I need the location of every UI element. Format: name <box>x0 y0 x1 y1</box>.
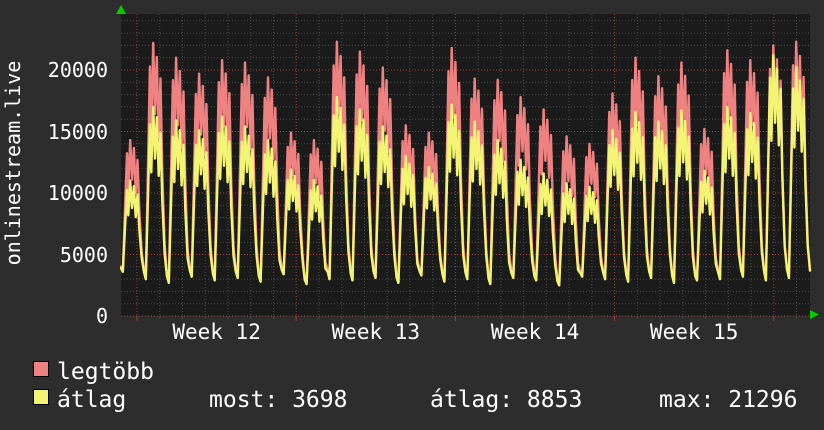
x-week-label: Week 15 <box>650 320 739 344</box>
legend-swatch-atlag <box>33 389 49 405</box>
vertical-axis-title: onlinestream.live <box>1 61 25 266</box>
y-tick-label: 5000 <box>0 243 108 267</box>
axis-arrow-up-icon <box>120 9 123 14</box>
y-tick-label: 10000 <box>0 181 108 205</box>
legend-label-atlag: átlag <box>57 387 126 413</box>
stat-most: most: 3698 <box>209 387 347 413</box>
legend-swatch-legtobb <box>33 361 49 377</box>
axis-arrow-right-icon <box>810 310 819 319</box>
y-tick-label: 0 <box>0 304 108 328</box>
y-tick-label: 20000 <box>0 58 108 82</box>
stat-max: max: 21296 <box>659 387 797 413</box>
x-week-label: Week 14 <box>491 320 580 344</box>
legend-label-legtobb: legtöbb <box>57 359 154 385</box>
stat-atlag: átlag: 8853 <box>430 387 582 413</box>
x-week-label: Week 12 <box>172 320 261 344</box>
y-tick-label: 15000 <box>0 120 108 144</box>
rrd-graph: onlinestream.live 0 5000 10000 15000 20000 W… <box>0 0 824 430</box>
x-week-label: Week 13 <box>332 320 421 344</box>
